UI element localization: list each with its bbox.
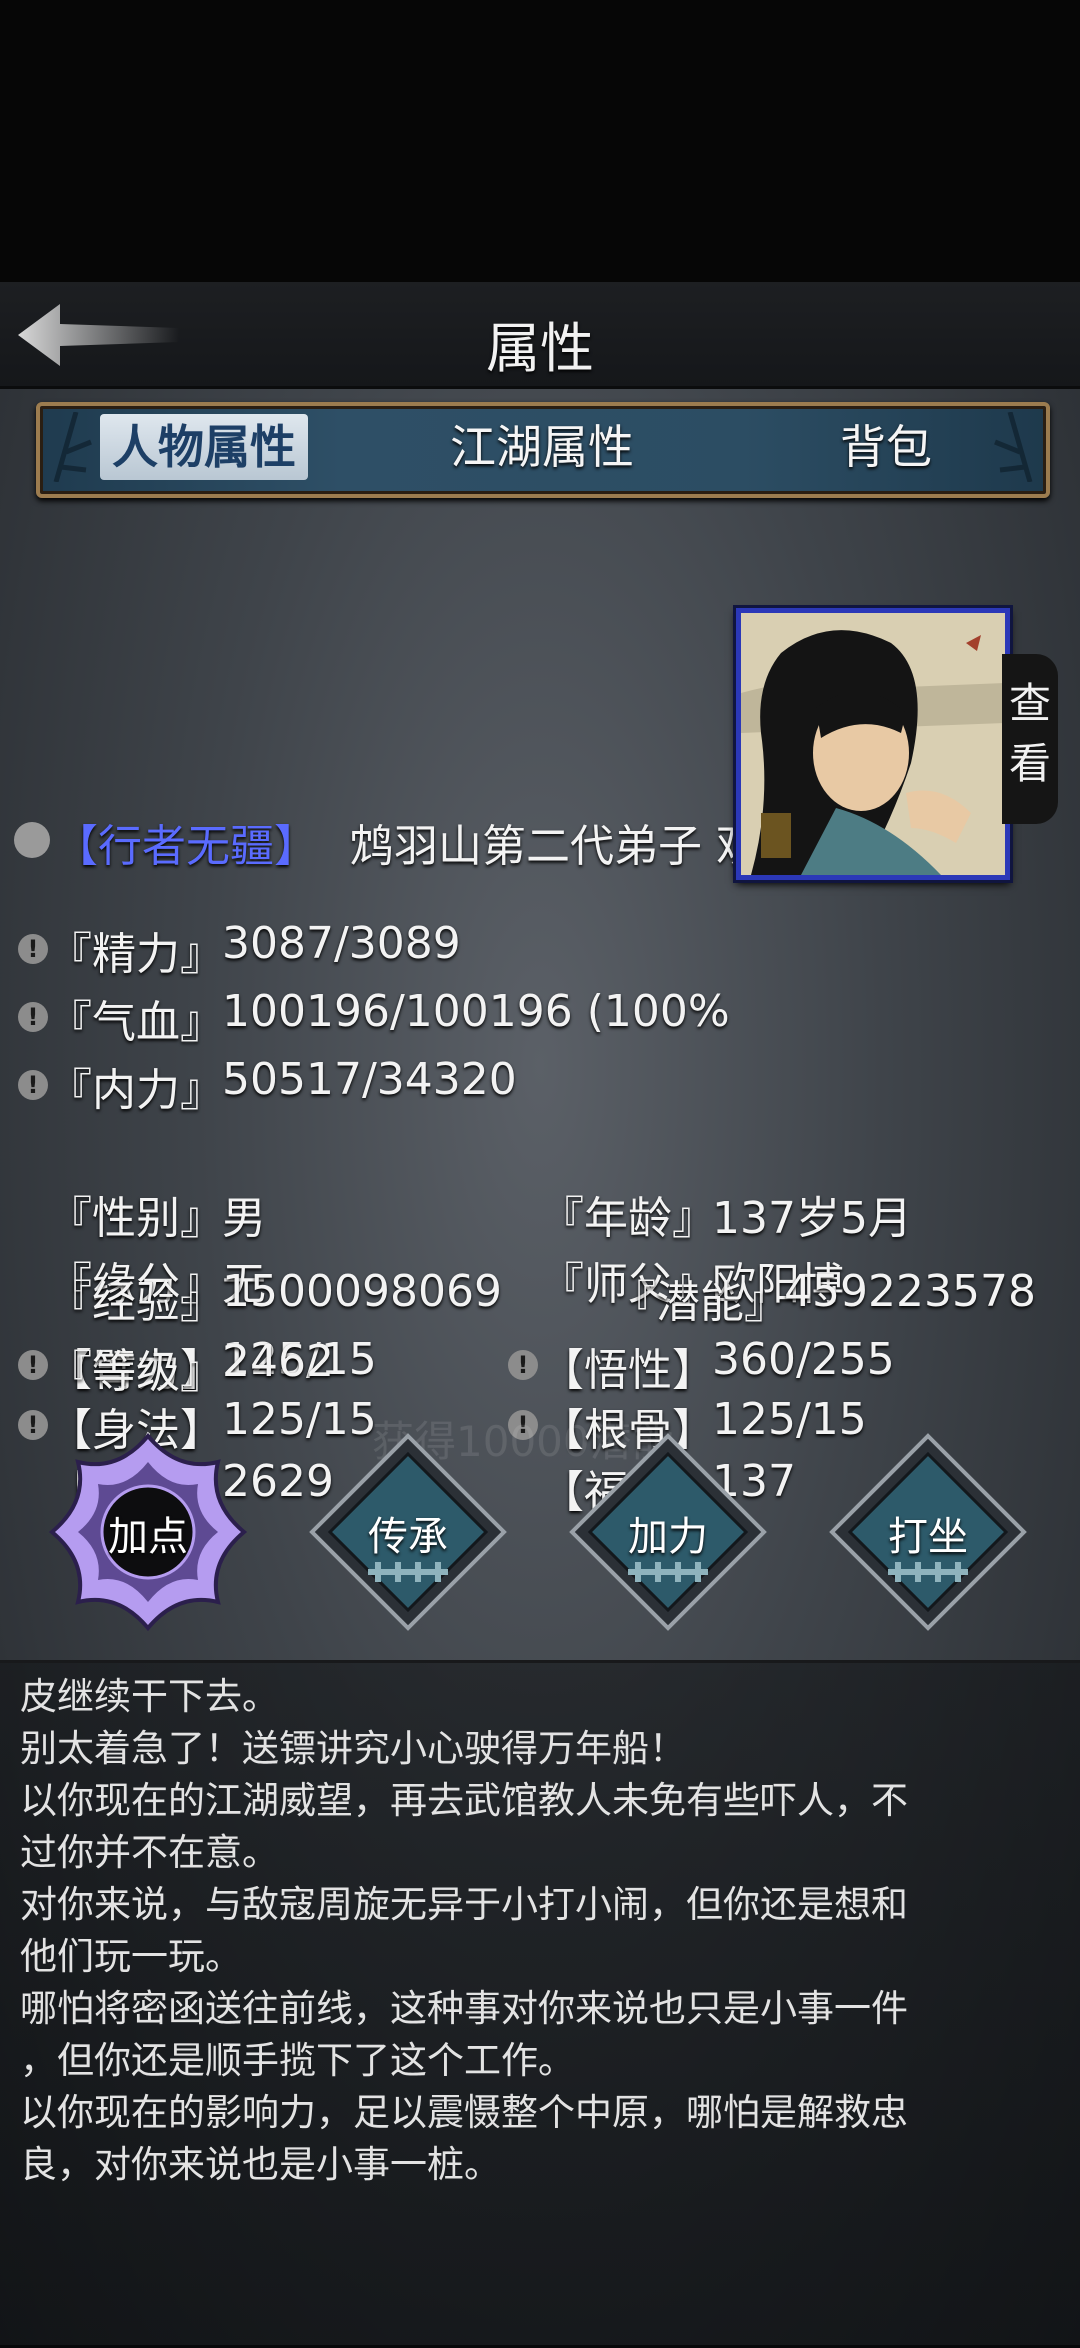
info-icon[interactable]: ! xyxy=(508,1350,538,1380)
tab-bar: 人物属性 江湖属性 背包 xyxy=(36,402,1050,498)
age-value: 137岁5月 xyxy=(712,1193,912,1244)
info-icon[interactable]: ! xyxy=(508,1410,538,1440)
character-tag: 【行者无疆】 xyxy=(54,821,318,872)
add-power-button[interactable]: 加力 xyxy=(568,1432,768,1632)
add-points-button[interactable]: 加点 xyxy=(48,1432,248,1632)
age-label: 『年龄』 xyxy=(540,1193,716,1244)
log-line: 他们玩一玩。 xyxy=(20,1935,242,1978)
info-icon[interactable]: ! xyxy=(18,1410,48,1440)
potential-label: 『潜能』 xyxy=(612,1277,788,1328)
view-button[interactable]: 查看 xyxy=(1002,654,1058,824)
info-icon[interactable]: ! xyxy=(18,1350,48,1380)
level-value: 2462 xyxy=(222,1336,334,1387)
event-log[interactable]: 皮继续干下去。 别太着急了！送镖讲究小心驶得万年船！ 以你现在的江湖威望，再去武… xyxy=(0,1660,1080,2348)
log-line: 对你来说，与敌寇周旋无异于小打小闹，但你还是想和 xyxy=(20,1883,908,1926)
log-line: 哪怕将密函送往前线，这种事对你来说也只是小事一件 xyxy=(20,1987,908,2030)
character-portrait[interactable] xyxy=(736,608,1010,880)
log-line: ，但你还是顺手揽下了这个工作。 xyxy=(20,2039,575,2082)
log-line: 皮继续干下去。 xyxy=(20,1675,279,1718)
tab-backpack[interactable]: 背包 xyxy=(840,414,932,480)
stamina-value: 3087/3089 xyxy=(222,918,461,969)
info-icon[interactable]: ! xyxy=(18,1070,48,1100)
inner-power-value: 50517/34320 xyxy=(222,1054,517,1105)
meditate-button[interactable]: 打坐 xyxy=(828,1432,1028,1632)
portrait-image xyxy=(741,613,1005,875)
tab-character-attributes[interactable]: 人物属性 xyxy=(100,414,308,480)
tab-jianghu-attributes[interactable]: 江湖属性 xyxy=(450,414,634,480)
stamina-label: 『精力』 xyxy=(48,929,224,980)
level-label: 『等级』 xyxy=(48,1347,224,1398)
status-area xyxy=(0,0,1080,282)
title-bar: 属性 xyxy=(0,282,1080,389)
add-power-label: 加力 xyxy=(628,1514,708,1560)
wisdom-value: 360/255 xyxy=(712,1334,895,1385)
wisdom-label: 【悟性】 xyxy=(540,1345,716,1396)
add-points-label: 加点 xyxy=(108,1514,188,1560)
exp-label: 『经验』 xyxy=(48,1277,224,1328)
view-button-label: 查看 xyxy=(1008,679,1051,788)
log-line: 以你现在的影响力，足以震慑整个中原，哪怕是解救忠 xyxy=(20,2091,908,2134)
page-title: 属性 xyxy=(486,317,594,380)
health-label: 『气血』 xyxy=(48,997,224,1048)
info-icon[interactable]: ! xyxy=(18,1002,48,1032)
exp-value: 1500098069 xyxy=(222,1266,502,1317)
meditate-label: 打坐 xyxy=(888,1514,968,1560)
health-value: 100196/100196 (100% xyxy=(222,986,730,1037)
gender-label: 『性别』 xyxy=(48,1193,224,1244)
info-icon[interactable]: ! xyxy=(18,934,48,964)
bamboo-ornament-icon xyxy=(994,412,1033,482)
log-line: 良，对你来说也是小事一桩。 xyxy=(20,2143,501,2186)
gender-value: 男 xyxy=(222,1193,266,1244)
log-line: 以你现在的江湖威望，再去武馆教人未免有些吓人，不 xyxy=(20,1779,908,1822)
log-line: 过你并不在意。 xyxy=(20,1831,279,1874)
inherit-button[interactable]: 传承 xyxy=(308,1432,508,1632)
potential-value: 459223578 xyxy=(784,1266,1036,1317)
bamboo-ornament-icon xyxy=(53,412,92,482)
swap-icon[interactable] xyxy=(14,822,50,858)
inherit-label: 传承 xyxy=(368,1514,448,1560)
log-line: 别太着急了！送镖讲究小心驶得万年船！ xyxy=(20,1727,686,1770)
inner-power-label: 『内力』 xyxy=(48,1065,224,1116)
